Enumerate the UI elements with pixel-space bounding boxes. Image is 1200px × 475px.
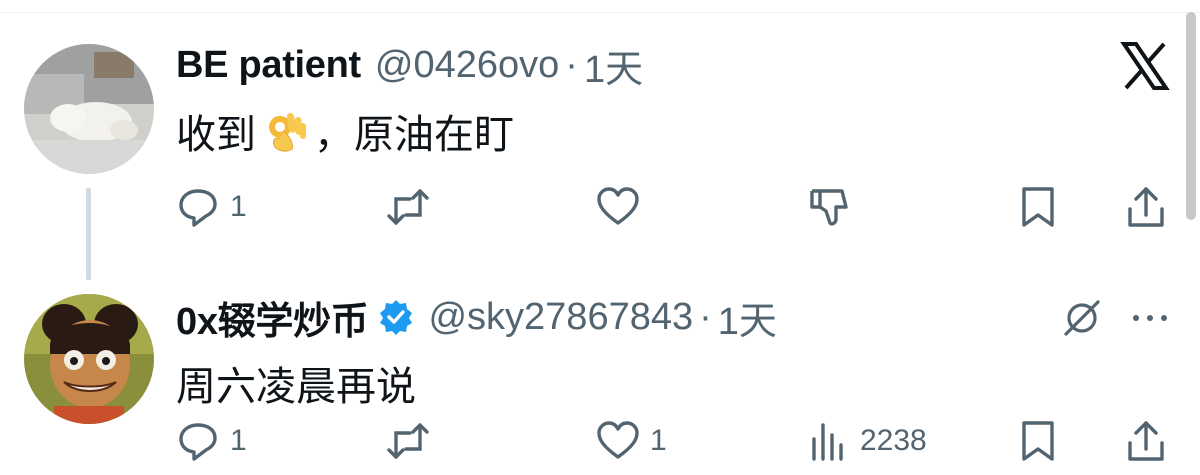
post-text: 周六凌晨再说: [176, 354, 416, 412]
user-handle[interactable]: @sky27867843: [428, 296, 693, 339]
x-logo-icon[interactable]: [1120, 42, 1170, 90]
views-icon: [812, 423, 843, 461]
reply-count: 1: [230, 190, 247, 223]
bookmark-button[interactable]: [1016, 182, 1060, 232]
share-button[interactable]: [1124, 416, 1168, 466]
reply-icon: [179, 189, 217, 227]
separator-dot: ·: [699, 295, 712, 338]
like-button[interactable]: [596, 182, 650, 232]
post-text-content: 周六凌晨再说: [176, 365, 416, 409]
post-0x-dropout[interactable]: 0x辍学炒币 @sky27867843 · 1天 周六凌晨再说 1 1 2238: [0, 282, 1182, 475]
retweet-icon: [387, 189, 429, 225]
separator-dot: ·: [565, 43, 578, 86]
top-divider: [0, 0, 1200, 13]
reply-button[interactable]: 1: [176, 182, 247, 232]
like-icon: [597, 187, 639, 225]
post-actions: 1 1 2238: [176, 416, 1172, 466]
retweet-icon: [387, 423, 429, 459]
avatar[interactable]: [24, 294, 154, 424]
avatar[interactable]: [24, 44, 154, 174]
post-text: 收到 ，原油在盯: [176, 102, 514, 160]
bookmark-button[interactable]: [1016, 416, 1060, 466]
post-be-patient[interactable]: BE patient @0426ovo · 1天 收到 ，原油在盯 1: [0, 30, 1182, 280]
post-actions: 1: [176, 182, 1172, 232]
bookmark-icon: [1022, 421, 1054, 461]
grok-icon[interactable]: [1060, 296, 1104, 340]
post-time[interactable]: 1天: [584, 38, 643, 93]
views-button[interactable]: 2238: [806, 416, 927, 466]
retweet-button[interactable]: [386, 416, 440, 466]
post-time[interactable]: 1天: [718, 290, 777, 345]
post-header: 0x辍学炒币 @sky27867843 · 1天: [176, 294, 777, 343]
share-icon: [1128, 187, 1164, 227]
post-text-part-2: ，原油在盯: [314, 113, 514, 157]
view-count: 2238: [860, 424, 927, 457]
share-icon: [1128, 421, 1164, 461]
thread-line: [86, 188, 91, 280]
dislike-icon: [810, 189, 848, 226]
like-button[interactable]: 1: [596, 416, 667, 466]
post-header: BE patient @0426ovo · 1天: [176, 42, 643, 91]
like-icon: [597, 421, 639, 459]
scrollbar-thumb[interactable]: [1186, 12, 1196, 220]
dislike-button[interactable]: [806, 182, 850, 232]
bookmark-icon: [1022, 187, 1054, 227]
verified-badge-icon[interactable]: [378, 299, 414, 335]
user-handle[interactable]: @0426ovo: [375, 44, 559, 87]
reply-count: 1: [230, 424, 247, 457]
scrollbar[interactable]: [1182, 0, 1200, 475]
post-text-part-1: 收到: [176, 113, 256, 157]
reply-button[interactable]: 1: [176, 416, 247, 466]
reply-icon: [179, 423, 217, 461]
retweet-button[interactable]: [386, 182, 440, 232]
ok-hand-emoji-icon: [269, 113, 306, 152]
display-name[interactable]: 0x辍学炒币: [176, 290, 369, 345]
share-button[interactable]: [1124, 182, 1168, 232]
display-name[interactable]: BE patient: [176, 44, 361, 87]
like-count: 1: [650, 424, 667, 457]
more-icon[interactable]: [1128, 296, 1172, 340]
